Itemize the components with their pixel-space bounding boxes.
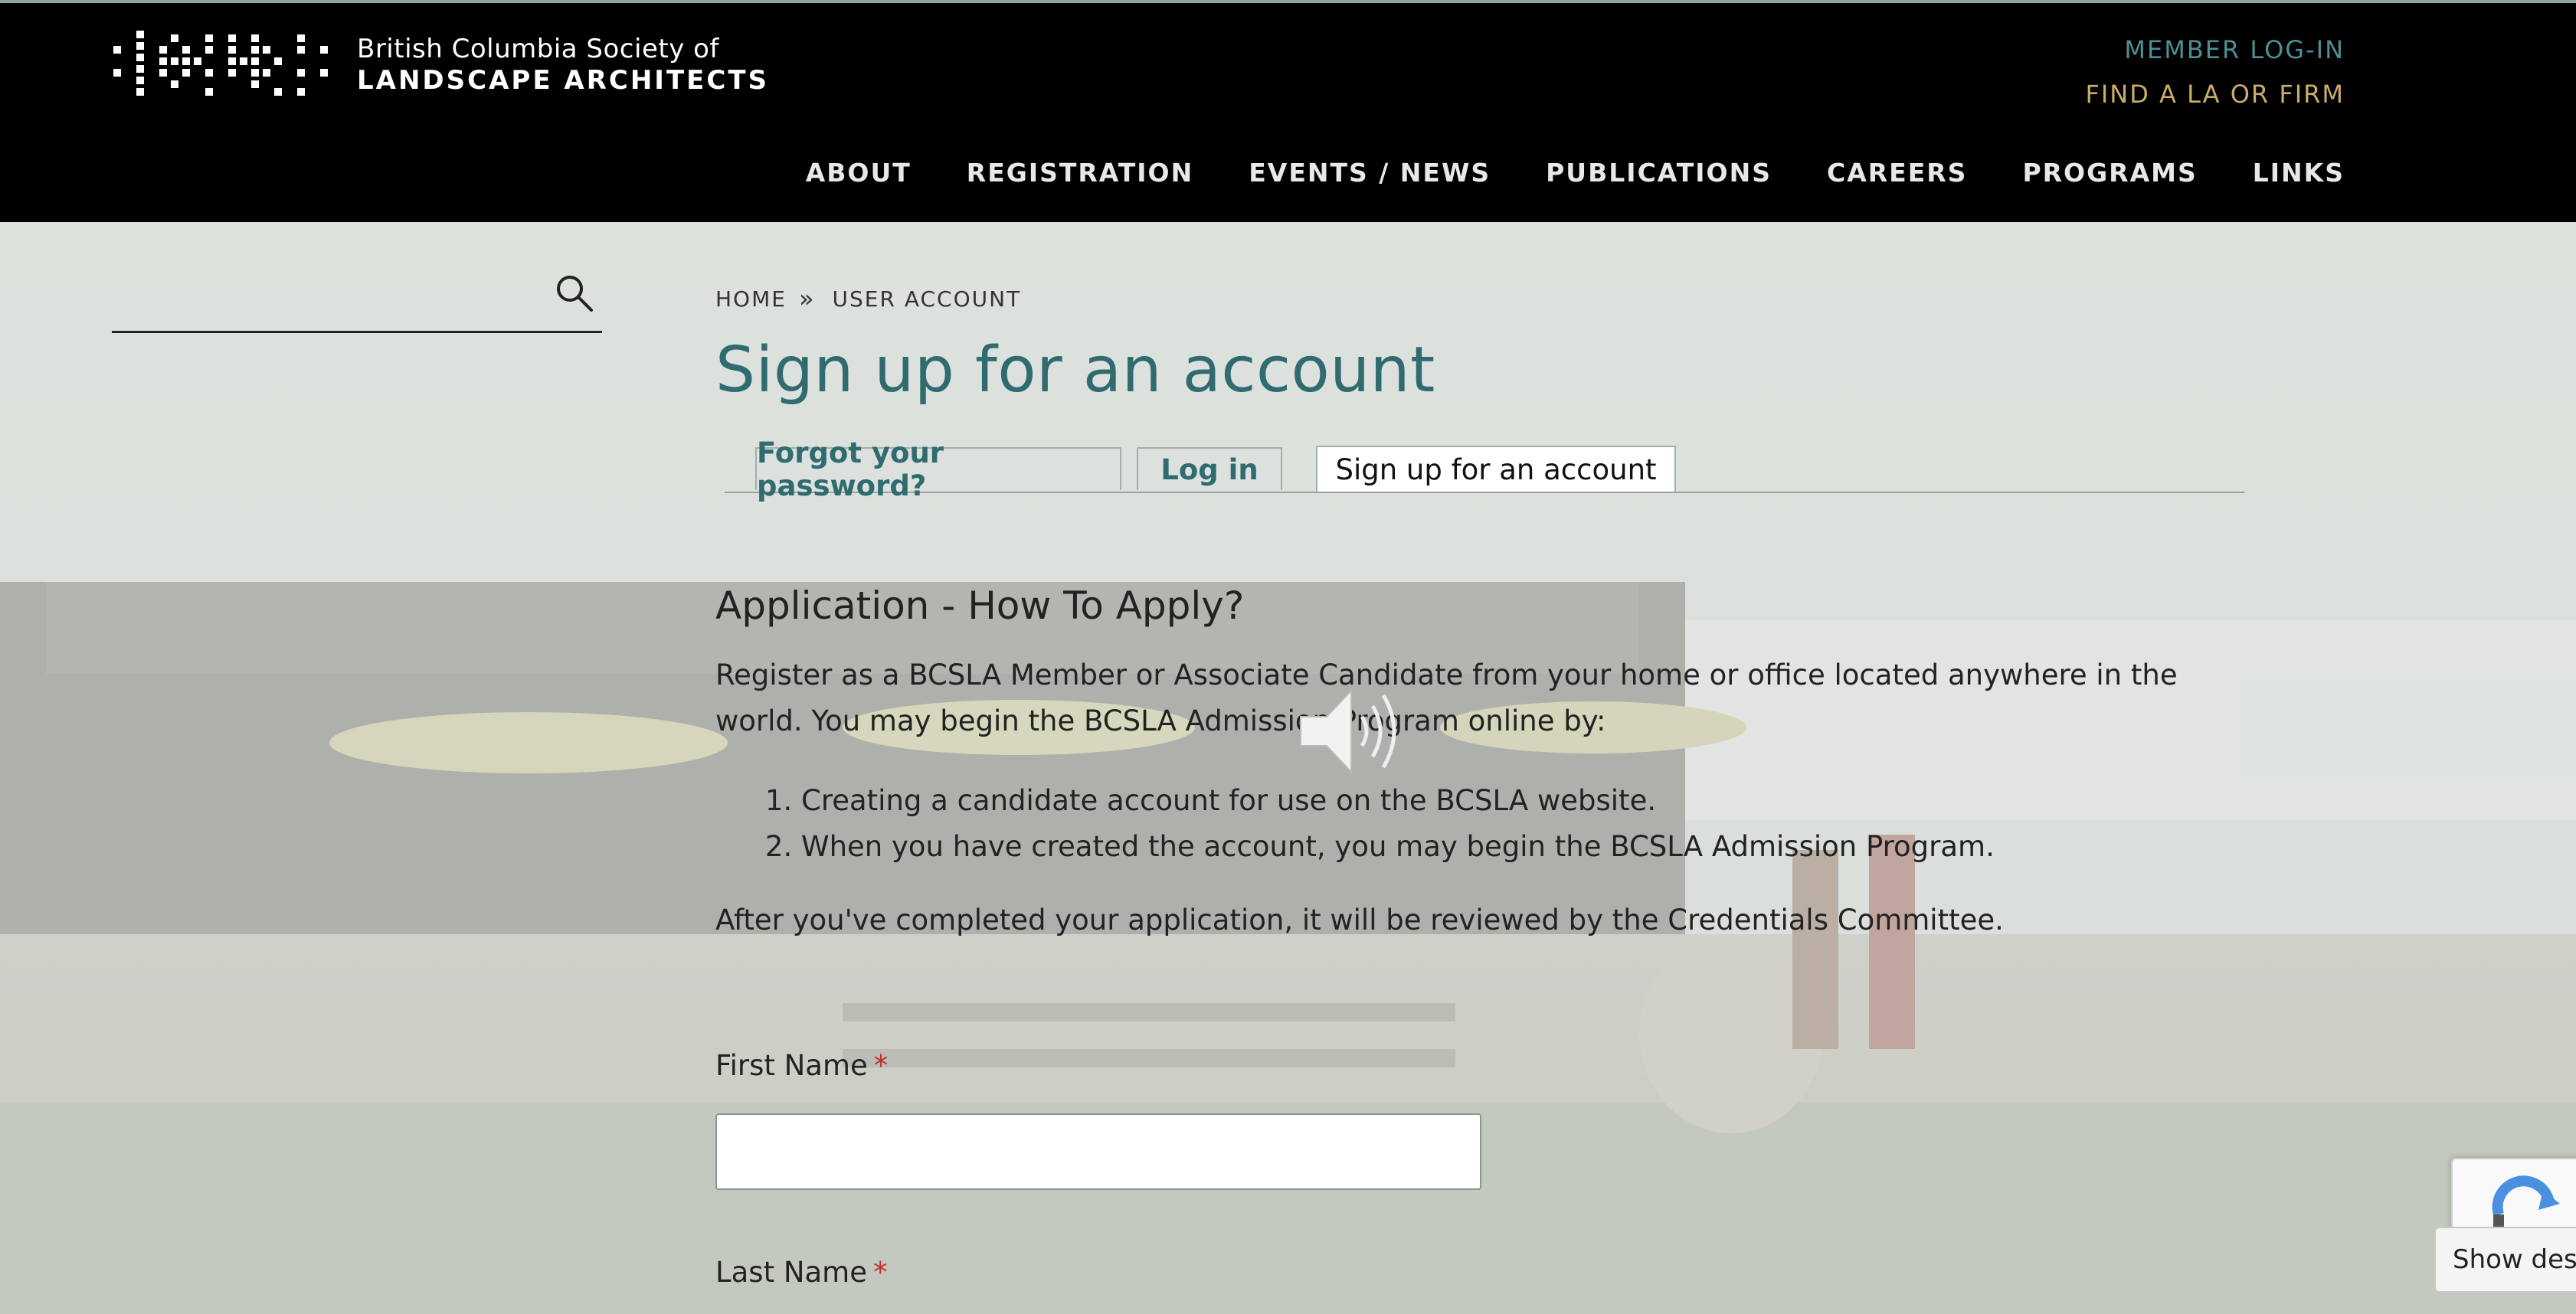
main-nav: ABOUT REGISTRATION EVENTS / NEWS PUBLICA… [806,158,2345,188]
logo-line-2: LANDSCAPE ARCHITECTS [357,65,769,96]
show-desktop-button[interactable]: Show desk [2434,1227,2576,1293]
member-login-link[interactable]: MEMBER LOG-IN [2085,28,2345,72]
nav-registration[interactable]: REGISTRATION [967,158,1193,188]
tab-sign-up[interactable]: Sign up for an account [1316,446,1676,492]
nav-programs[interactable]: PROGRAMS [2022,158,2197,188]
last-name-label-text: Last Name [715,1256,867,1289]
tab-forgot-password[interactable]: Forgot your password? [755,436,1121,502]
required-marker: * [873,1256,888,1289]
utility-links: MEMBER LOG-IN FIND A LA OR FIRM [2085,28,2345,116]
breadcrumb: HOME » USER ACCOUNT [715,260,2247,337]
section-heading: Application - How To Apply? [715,583,1245,628]
search-input[interactable] [112,268,544,323]
nav-publications[interactable]: PUBLICATIONS [1546,158,1772,188]
intro-paragraph: Register as a BCSLA Member or Associate … [715,659,2178,737]
required-marker: * [873,1049,889,1082]
list-item: When you have created the account, you m… [801,824,1995,870]
page-title: Sign up for an account [715,334,1435,407]
main-content: HOME » USER ACCOUNT Sign up for an accou… [715,260,2247,1289]
account-tabs: Forgot your password? Log in Sign up for… [725,436,2244,502]
last-name-label: Last Name * [715,1256,888,1289]
first-name-field[interactable] [715,1113,1481,1190]
breadcrumb-home[interactable]: HOME [715,286,787,312]
sidebar-search [112,260,602,333]
search-button[interactable] [550,270,599,319]
find-la-firm-link[interactable]: FIND A LA OR FIRM [2085,72,2345,116]
nav-links[interactable]: LINKS [2253,158,2345,188]
bcsla-logo-mark [113,31,328,96]
speaker-volume-overlay [1296,682,1411,781]
logo-text: British Columbia Society of LANDSCAPE AR… [357,34,769,96]
after-paragraph: After you've completed your application,… [715,904,2004,936]
nav-about[interactable]: ABOUT [806,158,912,188]
speaker-volume-icon [1300,688,1396,774]
breadcrumb-separator: » [798,284,816,313]
first-name-label-text: First Name [715,1049,868,1082]
logo-line-1: British Columbia Society of [357,34,719,65]
page-viewport: British Columbia Society of LANDSCAPE AR… [0,0,2576,1314]
nav-careers[interactable]: CAREERS [1827,158,1967,188]
search-icon [557,275,593,312]
nav-events-news[interactable]: EVENTS / NEWS [1249,158,1491,188]
list-item: Creating a candidate account for use on … [801,778,1995,824]
breadcrumb-current: USER ACCOUNT [832,286,1022,312]
application-steps: Creating a candidate account for use on … [715,778,1995,870]
tab-log-in[interactable]: Log in [1137,447,1282,490]
first-name-label: First Name * [715,1049,888,1082]
site-logo[interactable]: British Columbia Society of LANDSCAPE AR… [113,31,769,100]
site-header: British Columbia Society of LANDSCAPE AR… [0,0,2576,222]
